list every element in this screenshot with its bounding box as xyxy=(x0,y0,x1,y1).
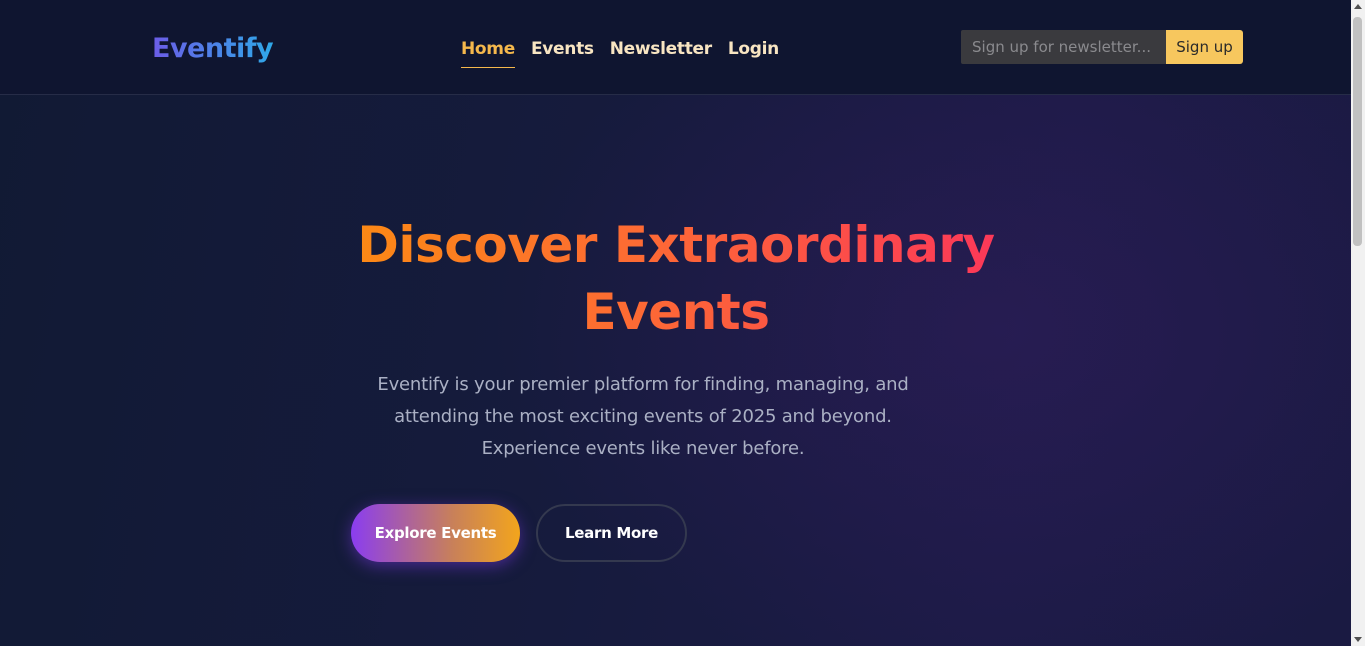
hero-title-line-2: Events xyxy=(582,283,770,341)
hero-description-line-2: attending the most exciting events of 20… xyxy=(394,406,892,427)
hero-description-line-1: Eventify is your premier platform for fi… xyxy=(377,374,909,395)
explore-events-button[interactable]: Explore Events xyxy=(351,504,520,562)
scroll-down-arrow-icon[interactable] xyxy=(1354,637,1362,642)
page: Eventify Home Events Newsletter Login Si… xyxy=(0,0,1351,646)
nav-login-link[interactable]: Login xyxy=(728,36,779,68)
hero-description: Eventify is your premier platform for fi… xyxy=(353,369,933,465)
newsletter-signup-button[interactable]: Sign up xyxy=(1166,30,1243,64)
scroll-up-arrow-icon[interactable] xyxy=(1354,4,1362,9)
main-nav: Home Events Newsletter Login xyxy=(461,36,779,68)
hero-title-line-1: Discover Extraordinary xyxy=(357,216,995,274)
newsletter-signup-form: Sign up xyxy=(961,30,1243,64)
site-header: Eventify Home Events Newsletter Login Si… xyxy=(0,0,1351,95)
hero-title: Discover Extraordinary Events xyxy=(300,212,1052,346)
learn-more-button[interactable]: Learn More xyxy=(536,504,687,562)
nav-home-link[interactable]: Home xyxy=(461,36,515,68)
newsletter-email-input[interactable] xyxy=(961,30,1166,64)
site-logo[interactable]: Eventify xyxy=(152,30,274,68)
vertical-scrollbar[interactable] xyxy=(1351,0,1365,646)
nav-newsletter-link[interactable]: Newsletter xyxy=(610,36,712,68)
scrollbar-thumb[interactable] xyxy=(1353,17,1362,246)
hero-description-line-3: Experience events like never before. xyxy=(481,438,805,459)
nav-events-link[interactable]: Events xyxy=(531,36,594,68)
